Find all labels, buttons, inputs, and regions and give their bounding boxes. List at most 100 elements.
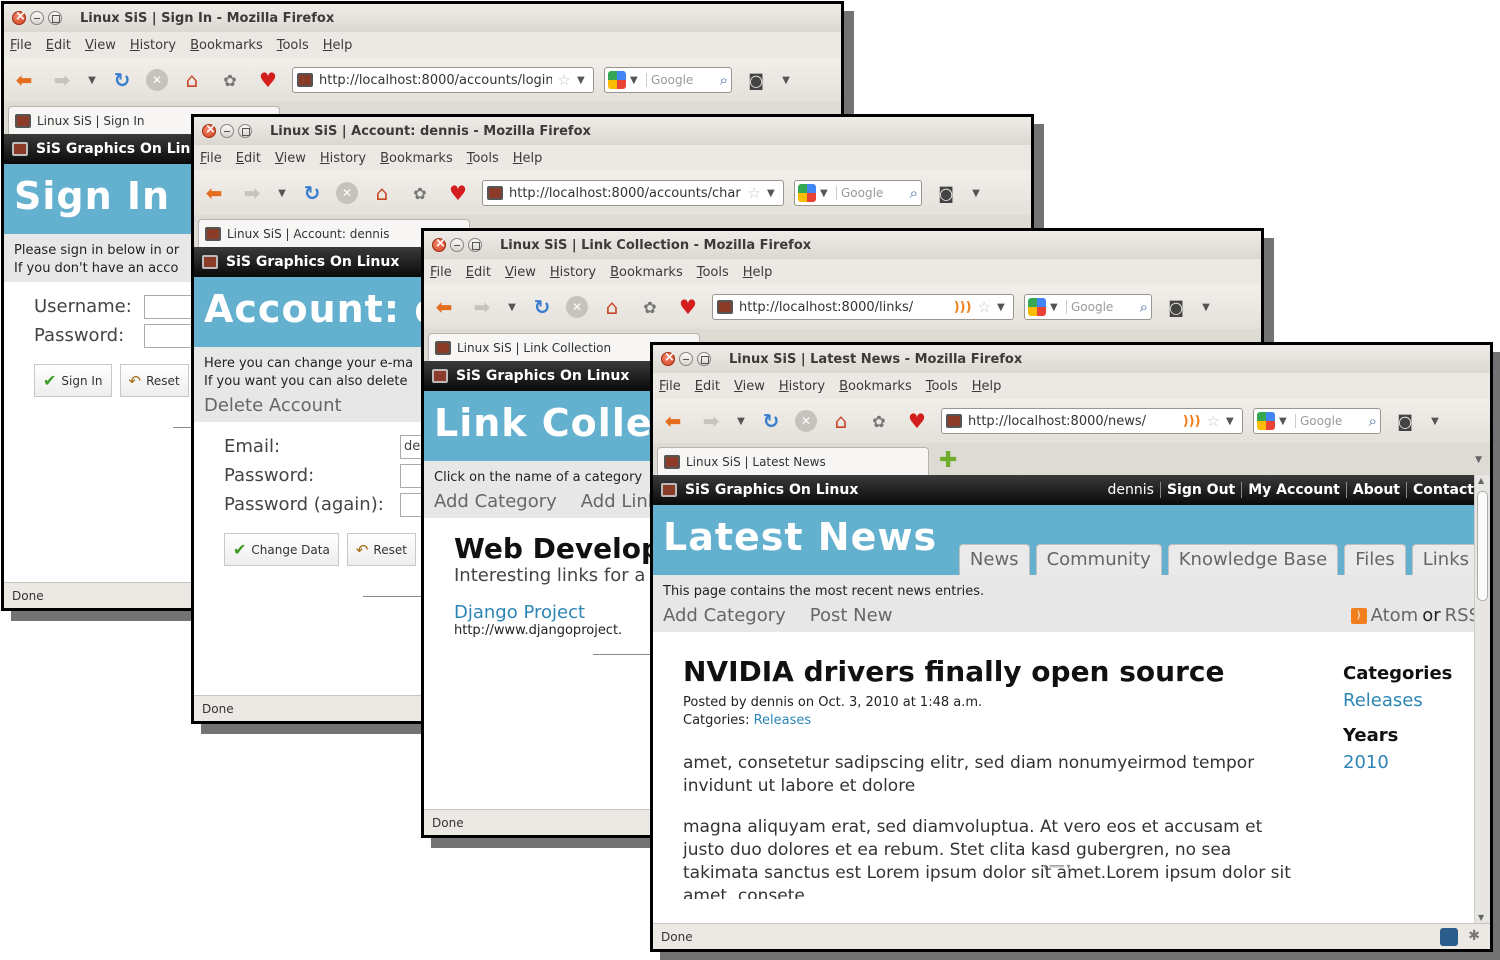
- sign-in-button[interactable]: ✔ Sign In: [34, 364, 112, 397]
- search-magnifier-icon[interactable]: ⌕: [1140, 298, 1148, 316]
- menu-view[interactable]: View: [734, 379, 765, 394]
- minimize-window-icon[interactable]: [450, 238, 464, 252]
- google-engine-icon[interactable]: [798, 184, 816, 202]
- engine-dropdown-icon[interactable]: ▼: [1050, 302, 1062, 313]
- delete-account-link[interactable]: Delete Account: [204, 395, 342, 416]
- home-icon[interactable]: ⌂: [598, 293, 626, 321]
- back-arrow-icon[interactable]: ⬅: [200, 179, 228, 207]
- screenshot-camera-icon[interactable]: ◙: [932, 179, 960, 207]
- menu-help[interactable]: Help: [323, 38, 353, 53]
- sidebar-year-link[interactable]: 2010: [1343, 752, 1473, 773]
- heart-icon[interactable]: ♥: [254, 66, 282, 94]
- forward-arrow-icon[interactable]: ➡: [468, 293, 496, 321]
- screenshot-camera-icon[interactable]: ◙: [1391, 407, 1419, 435]
- home-icon[interactable]: ⌂: [827, 407, 855, 435]
- screenshot-camera-icon[interactable]: ◙: [742, 66, 770, 94]
- heart-icon[interactable]: ♥: [674, 293, 702, 321]
- sidebar-releases-link[interactable]: Releases: [1343, 690, 1473, 711]
- article-title[interactable]: NVIDIA drivers finally open source: [683, 655, 1293, 688]
- list-all-tabs-icon[interactable]: ▼: [1475, 455, 1482, 465]
- url-bar[interactable]: http://localhost:8000/accounts/char ☆ ▼: [482, 180, 784, 206]
- contact-link[interactable]: Contact: [1406, 482, 1480, 498]
- window-latest-news[interactable]: Linux SiS | Latest News - Mozilla Firefo…: [650, 342, 1493, 952]
- back-arrow-icon[interactable]: ⬅: [430, 293, 458, 321]
- addon-status-icon[interactable]: [1440, 928, 1459, 946]
- add-category-link[interactable]: Add Category: [663, 605, 786, 626]
- stop-icon[interactable]: ✕: [566, 296, 588, 318]
- titlebar[interactable]: Linux SiS | Sign In - Mozilla Firefox: [4, 4, 841, 32]
- site-name[interactable]: SiS Graphics On Linux: [226, 254, 399, 270]
- back-arrow-icon[interactable]: ⬅: [659, 407, 687, 435]
- add-category-link[interactable]: Add Category: [434, 491, 557, 512]
- bookmarks-icon[interactable]: ✿: [406, 179, 434, 207]
- browser-tab[interactable]: Linux SiS | Latest News: [657, 447, 929, 475]
- minimize-window-icon[interactable]: [679, 352, 693, 366]
- maximize-window-icon[interactable]: [697, 352, 711, 366]
- url-bar[interactable]: http://localhost:8000/news/ ))) ☆ ▼: [941, 408, 1243, 434]
- site-name[interactable]: SiS Graphics On Linux: [685, 482, 858, 498]
- maximize-window-icon[interactable]: [238, 124, 252, 138]
- scrollbar-thumb[interactable]: [1477, 491, 1488, 601]
- site-name[interactable]: SiS Graphics On Linux: [456, 368, 629, 384]
- url-bar[interactable]: http://localhost:8000/links/ ))) ☆ ▼: [712, 294, 1014, 320]
- menu-bookmarks[interactable]: Bookmarks: [839, 379, 912, 394]
- menu-history[interactable]: History: [550, 265, 596, 280]
- stop-icon[interactable]: ✕: [795, 410, 817, 432]
- menu-view[interactable]: View: [275, 151, 306, 166]
- engine-dropdown-icon[interactable]: ▼: [820, 188, 832, 199]
- firebug-status-icon[interactable]: ✱: [1468, 928, 1480, 946]
- url-dropdown-icon[interactable]: ▼: [997, 302, 1009, 313]
- my-account-link[interactable]: My Account: [1241, 482, 1346, 498]
- change-data-button[interactable]: ✔ Change Data: [224, 533, 339, 566]
- menu-edit[interactable]: Edit: [466, 265, 491, 280]
- reload-icon[interactable]: ↻: [757, 407, 785, 435]
- user-name[interactable]: dennis: [1102, 482, 1160, 498]
- search-box[interactable]: ▼ Google ⌕: [604, 67, 732, 93]
- stop-icon[interactable]: ✕: [146, 69, 168, 91]
- bookmarks-icon[interactable]: ✿: [636, 293, 664, 321]
- google-engine-icon[interactable]: [1028, 298, 1046, 316]
- close-window-icon[interactable]: [12, 9, 26, 25]
- reload-icon[interactable]: ↻: [528, 293, 556, 321]
- heart-icon[interactable]: ♥: [903, 407, 931, 435]
- url-text[interactable]: http://localhost:8000/news/: [968, 414, 1177, 429]
- toolbar-overflow-icon[interactable]: ▼: [970, 179, 982, 207]
- maximize-window-icon[interactable]: [48, 11, 62, 25]
- search-box[interactable]: ▼ Google ⌕: [794, 180, 922, 206]
- bookmarks-icon[interactable]: ✿: [865, 407, 893, 435]
- reset-button[interactable]: ↶ Reset: [346, 533, 416, 566]
- menu-history[interactable]: History: [779, 379, 825, 394]
- reload-icon[interactable]: ↻: [298, 179, 326, 207]
- menu-tools[interactable]: Tools: [926, 379, 958, 394]
- forward-arrow-icon[interactable]: ➡: [48, 66, 76, 94]
- atom-link[interactable]: Atom: [1371, 605, 1419, 626]
- url-dropdown-icon[interactable]: ▼: [577, 75, 589, 86]
- url-dropdown-icon[interactable]: ▼: [767, 188, 779, 199]
- bookmark-star-icon[interactable]: ☆: [558, 71, 571, 89]
- menu-bookmarks[interactable]: Bookmarks: [380, 151, 453, 166]
- rss-feed-icon[interactable]: ))): [1183, 414, 1201, 429]
- minimize-window-icon[interactable]: [220, 124, 234, 138]
- url-text[interactable]: http://localhost:8000/accounts/char: [509, 186, 742, 201]
- bookmark-star-icon[interactable]: ☆: [1207, 412, 1220, 430]
- close-window-icon[interactable]: [432, 236, 446, 252]
- about-link[interactable]: About: [1345, 482, 1406, 498]
- url-text[interactable]: http://localhost:8000/links/: [739, 300, 948, 315]
- search-input[interactable]: Google: [1295, 414, 1365, 428]
- bookmarks-icon[interactable]: ✿: [216, 66, 244, 94]
- history-dropdown-icon[interactable]: ▼: [86, 66, 98, 94]
- search-input[interactable]: Google: [836, 186, 906, 200]
- minimize-window-icon[interactable]: [30, 11, 44, 25]
- history-dropdown-icon[interactable]: ▼: [735, 407, 747, 435]
- titlebar[interactable]: Linux SiS | Latest News - Mozilla Firefo…: [653, 345, 1490, 373]
- reset-button[interactable]: ↶ Reset: [119, 364, 189, 397]
- tab-links[interactable]: Links: [1411, 544, 1480, 575]
- add-link-link[interactable]: Add Link: [581, 491, 658, 512]
- close-window-icon[interactable]: [661, 350, 675, 366]
- menu-file[interactable]: File: [430, 265, 452, 280]
- history-dropdown-icon[interactable]: ▼: [506, 293, 518, 321]
- heart-icon[interactable]: ♥: [444, 179, 472, 207]
- site-name[interactable]: SiS Graphics On Linux: [36, 141, 209, 157]
- url-dropdown-icon[interactable]: ▼: [1226, 416, 1238, 427]
- tab-knowledge-base[interactable]: Knowledge Base: [1167, 544, 1339, 575]
